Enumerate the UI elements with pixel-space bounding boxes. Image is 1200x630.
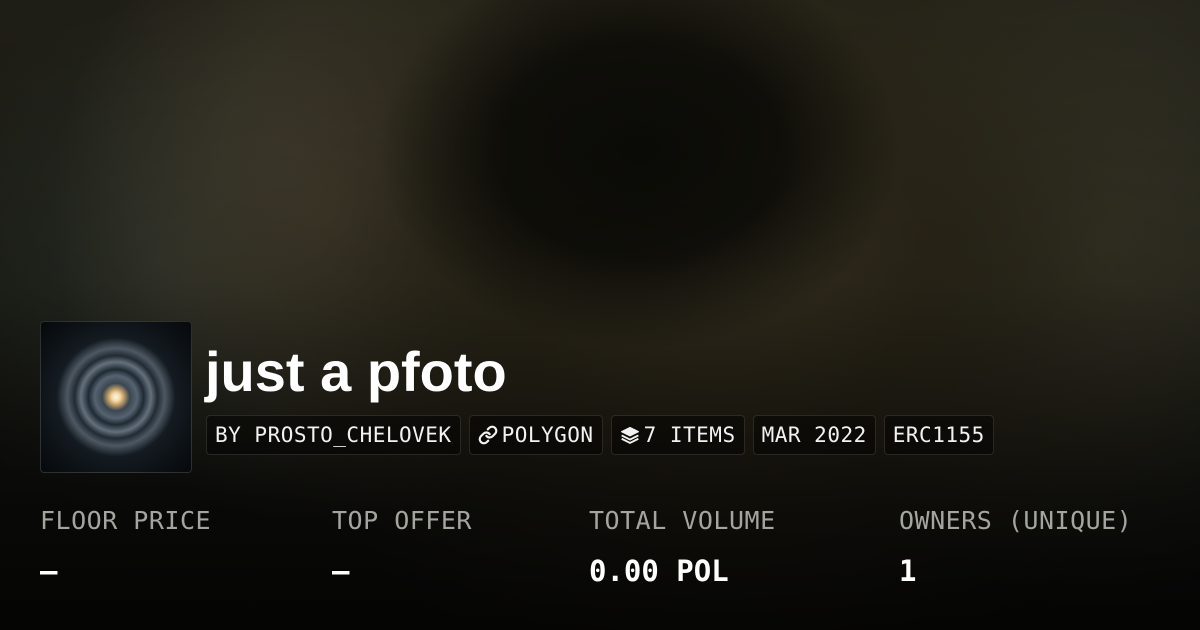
collection-tags: BY PROSTO_CHELOVEK POLYGON 7 ITEMS MAR 2…: [206, 415, 994, 455]
creator-tag[interactable]: BY PROSTO_CHELOVEK: [206, 415, 461, 455]
date-tag-label: MAR 2022: [761, 423, 867, 447]
stat-total-volume: TOTAL VOLUME 0.00 POL: [589, 500, 776, 592]
stat-owners: OWNERS (UNIQUE) 1: [899, 500, 1132, 592]
stat-value: 1: [899, 554, 917, 588]
items-tag-label: 7 ITEMS: [643, 423, 736, 447]
stat-label: FLOOR PRICE: [40, 506, 212, 535]
stat-label: OWNERS (UNIQUE): [899, 506, 1133, 535]
creator-tag-label: BY PROSTO_CHELOVEK: [215, 423, 452, 447]
collection-title: just a pfoto: [205, 340, 507, 403]
standard-tag-label: ERC1155: [892, 423, 985, 447]
chain-tag[interactable]: POLYGON: [468, 415, 603, 455]
standard-tag: ERC1155: [883, 415, 994, 455]
stat-value: 0.00 POL: [589, 554, 729, 588]
stat-value: —: [40, 554, 58, 588]
link-icon: [478, 425, 498, 445]
collection-stats: FLOOR PRICE — TOP OFFER — TOTAL VOLUME 0…: [0, 500, 1200, 600]
stat-floor-price: FLOOR PRICE —: [40, 500, 211, 592]
layers-icon: [620, 425, 640, 445]
items-tag[interactable]: 7 ITEMS: [610, 415, 745, 455]
collection-avatar: [40, 321, 192, 473]
chain-tag-label: POLYGON: [501, 423, 594, 447]
stat-top-offer: TOP OFFER —: [332, 500, 472, 592]
stat-label: TOTAL VOLUME: [589, 506, 776, 535]
date-tag: MAR 2022: [752, 415, 876, 455]
stat-value: —: [332, 554, 350, 588]
stat-label: TOP OFFER: [332, 506, 472, 535]
